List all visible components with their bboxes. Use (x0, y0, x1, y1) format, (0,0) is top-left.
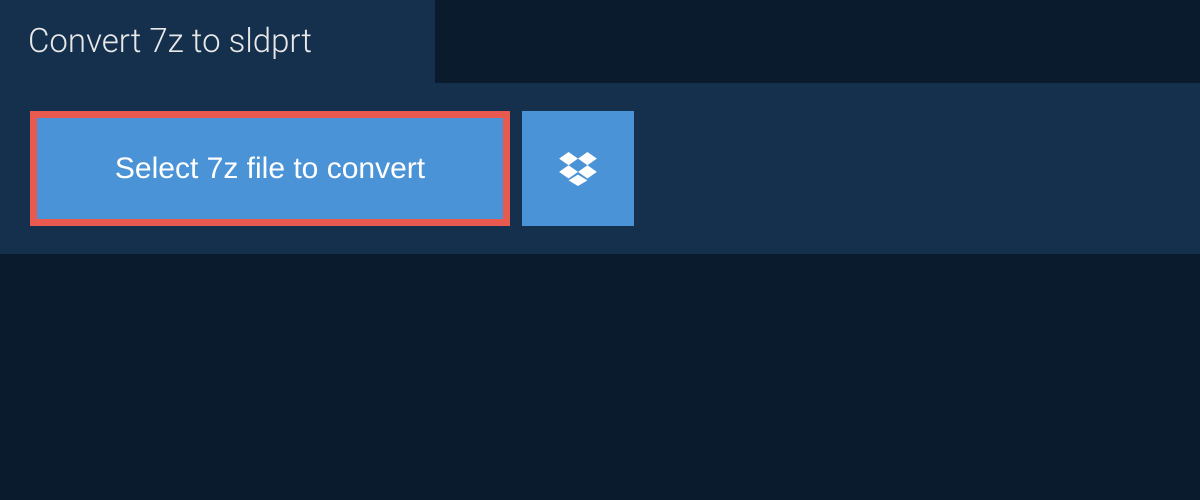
dropbox-icon (559, 152, 597, 186)
content-panel: Select 7z file to convert (0, 83, 1200, 254)
page-title: Convert 7z to sldprt (28, 22, 312, 61)
select-file-label: Select 7z file to convert (115, 152, 425, 186)
tab-header: Convert 7z to sldprt (0, 0, 435, 83)
button-row: Select 7z file to convert (30, 111, 1170, 226)
select-file-button[interactable]: Select 7z file to convert (30, 111, 510, 226)
dropbox-button[interactable] (522, 111, 634, 226)
